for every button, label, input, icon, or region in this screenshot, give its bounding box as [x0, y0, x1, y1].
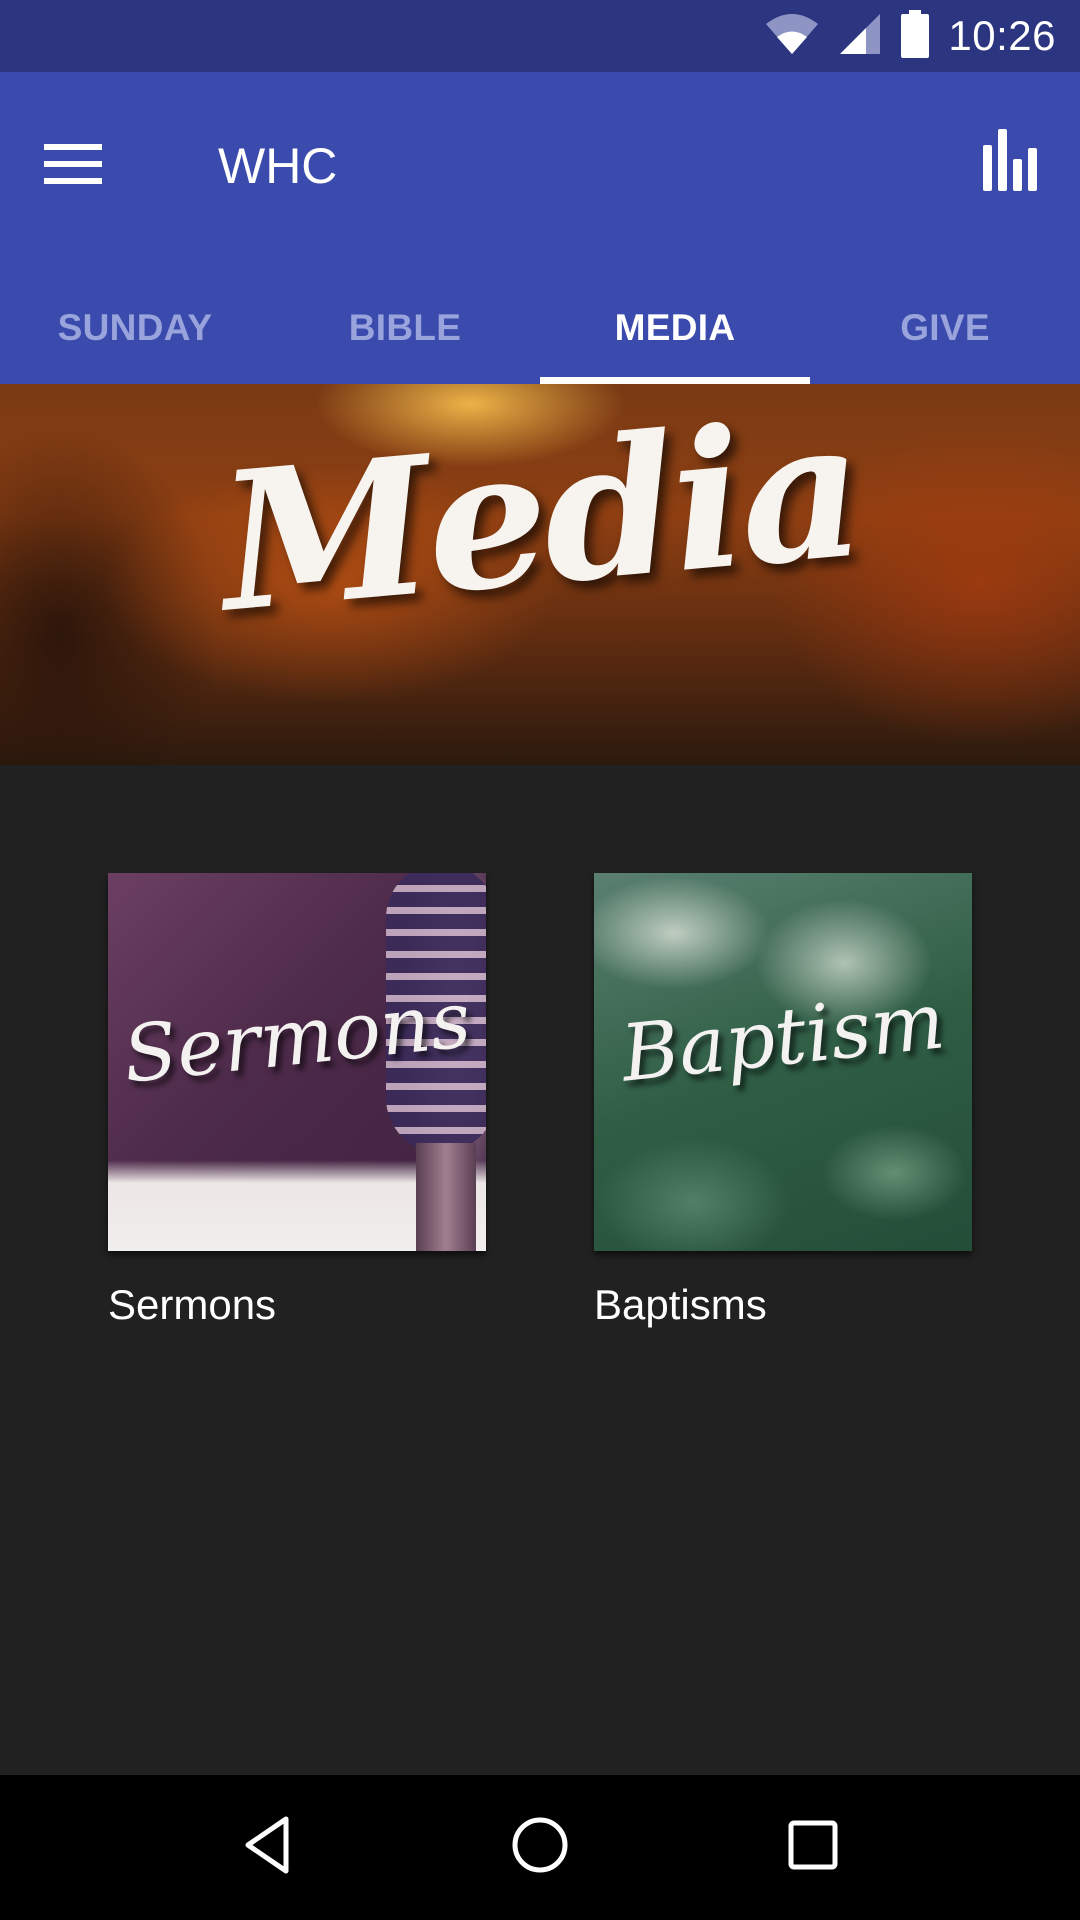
recents-icon	[786, 1818, 840, 1877]
media-card-baptisms[interactable]: Baptism Baptisms	[594, 873, 972, 1329]
menu-button[interactable]	[44, 130, 116, 202]
baptisms-label: Baptisms	[594, 1281, 767, 1328]
baptisms-thumbnail[interactable]: Baptism	[594, 873, 972, 1251]
tab-sunday[interactable]: SUNDAY	[0, 272, 270, 384]
hero-title: Media	[211, 384, 869, 655]
tab-media[interactable]: MEDIA	[540, 272, 810, 384]
system-nav-bar	[0, 1775, 1080, 1920]
hamburger-menu-icon	[44, 143, 102, 189]
tab-bible[interactable]: BIBLE	[270, 272, 540, 384]
tab-give[interactable]: GIVE	[810, 272, 1080, 384]
stats-button[interactable]	[966, 116, 1056, 206]
cellular-signal-icon	[838, 12, 882, 61]
battery-icon	[900, 9, 930, 63]
wifi-icon	[764, 12, 820, 61]
status-time: 10:26	[948, 12, 1056, 59]
home-icon	[510, 1815, 570, 1880]
back-icon	[240, 1815, 294, 1880]
baptisms-thumbnail-text: Baptism	[617, 976, 949, 1100]
media-content: Sermons Sermons Baptism Baptisms	[0, 765, 1080, 1775]
bar-chart-icon	[983, 127, 1039, 196]
app-bar: WHC SUNDAY BIBLE MEDIA GIVE	[0, 72, 1080, 384]
sermons-label: Sermons	[108, 1281, 277, 1328]
microphone-stand-image	[416, 1143, 476, 1251]
status-bar: 10:26	[0, 0, 1080, 72]
tab-bar: SUNDAY BIBLE MEDIA GIVE	[0, 272, 1080, 384]
back-button[interactable]	[217, 1798, 317, 1898]
home-button[interactable]	[490, 1798, 590, 1898]
sermons-thumbnail[interactable]: Sermons	[108, 873, 486, 1251]
recents-button[interactable]	[763, 1798, 863, 1898]
media-card-sermons[interactable]: Sermons Sermons	[108, 873, 486, 1329]
status-icons: 10:26	[764, 0, 1056, 72]
media-hero-banner: Media	[0, 384, 1080, 765]
app-title: WHC	[218, 138, 338, 194]
